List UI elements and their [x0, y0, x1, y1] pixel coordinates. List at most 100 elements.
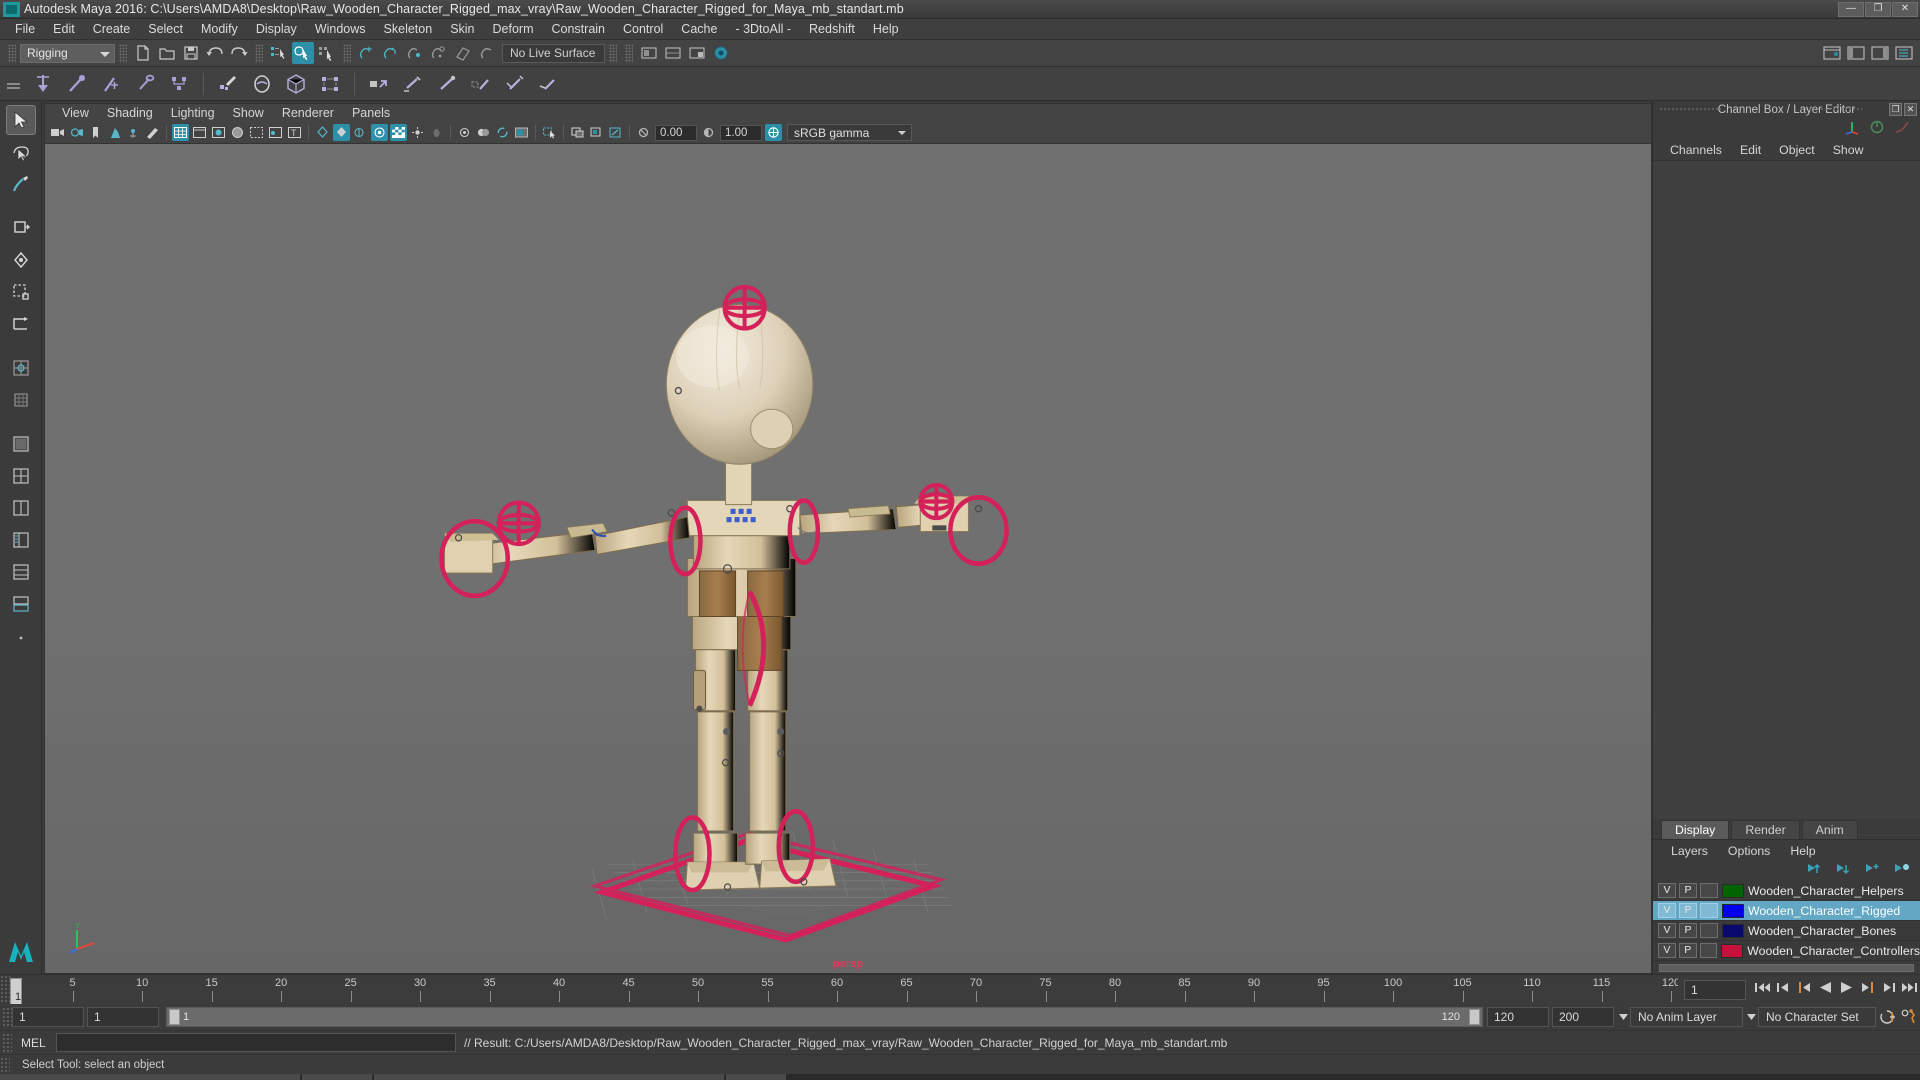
menu-constrain[interactable]: Constrain	[543, 19, 615, 40]
gamma-field[interactable]: 1.00	[720, 124, 762, 141]
animation-end-time-field[interactable]: 200	[1552, 1007, 1614, 1027]
close-panel-button[interactable]: ✕	[1904, 103, 1917, 116]
layer-visibility-toggle[interactable]: V	[1658, 943, 1676, 958]
select-camera-icon[interactable]	[49, 124, 66, 141]
layer-menu-help[interactable]: Help	[1780, 844, 1825, 858]
menu-modify[interactable]: Modify	[192, 19, 247, 40]
save-scene-button[interactable]	[180, 42, 202, 64]
layer-row-helpers[interactable]: V P Wooden_Character_Helpers	[1653, 881, 1920, 901]
layer-playback-toggle[interactable]: P	[1679, 903, 1697, 918]
scale-tool-button[interactable]	[6, 277, 36, 307]
dock-grip-left[interactable]	[1659, 107, 1721, 112]
tab-render[interactable]: Render	[1731, 820, 1800, 839]
universal-manipulator-button[interactable]	[6, 309, 36, 339]
menu-create[interactable]: Create	[84, 19, 140, 40]
statusline-grip-5[interactable]	[609, 43, 617, 63]
undock-panel-button[interactable]: ❐	[1889, 103, 1902, 116]
snap-to-view-planes-button[interactable]	[452, 42, 474, 64]
pole-vector-constraint-button[interactable]	[532, 68, 566, 100]
time-slider-grip[interactable]	[0, 975, 10, 1004]
panel-menu-renderer[interactable]: Renderer	[273, 106, 343, 120]
menu-cache[interactable]: Cache	[672, 19, 726, 40]
ipr-render-button[interactable]	[662, 42, 684, 64]
open-scene-button[interactable]	[156, 42, 178, 64]
layer-color-swatch[interactable]	[1722, 883, 1744, 898]
statusline-grip-4[interactable]	[343, 43, 351, 63]
layer-displaytype-toggle[interactable]	[1700, 903, 1718, 918]
isolate-select-icon[interactable]	[475, 124, 492, 141]
hypershade-layout-button[interactable]	[6, 557, 36, 587]
live-surface-field[interactable]: No Live Surface	[502, 43, 605, 63]
select-by-hierarchy-button[interactable]	[268, 42, 290, 64]
select-tool-button[interactable]	[5, 105, 36, 135]
layer-list-scrollbar[interactable]	[1653, 961, 1920, 974]
menu-select[interactable]: Select	[139, 19, 192, 40]
persp-graph-layout-button[interactable]	[6, 589, 36, 619]
auto-keyframe-toggle-icon[interactable]	[1878, 1005, 1899, 1029]
outliner-toggle[interactable]	[1893, 42, 1915, 64]
statusline-grip-3[interactable]	[255, 43, 263, 63]
use-all-lights-icon[interactable]	[314, 124, 331, 141]
layer-displaytype-toggle[interactable]	[1700, 923, 1718, 938]
parent-constraint-button[interactable]	[362, 68, 396, 100]
cb-menu-edit[interactable]: Edit	[1731, 143, 1770, 157]
wireframe-shading-icon[interactable]	[172, 124, 189, 141]
snap-settings-button[interactable]	[6, 385, 36, 415]
tool-settings-toggle[interactable]	[1845, 42, 1867, 64]
persp-view-layout-button[interactable]	[6, 429, 36, 459]
step-forward-frame-button[interactable]	[1878, 975, 1899, 999]
aim-constraint-button[interactable]	[498, 68, 532, 100]
layer-color-swatch[interactable]	[1722, 923, 1744, 938]
lattice-deformer-button[interactable]	[279, 68, 313, 100]
layer-row-rigged[interactable]: V P Wooden_Character_Rigged	[1653, 901, 1920, 921]
four-view-layout-button[interactable]	[6, 461, 36, 491]
new-scene-button[interactable]	[132, 42, 154, 64]
orient-constraint-button[interactable]	[430, 68, 464, 100]
speed-toggle-icon[interactable]	[1869, 119, 1885, 138]
gamma-reset-icon[interactable]	[700, 124, 717, 141]
gpu-cache-icon[interactable]	[494, 124, 511, 141]
layer-displaytype-toggle[interactable]	[1699, 943, 1718, 958]
menu-3dtoall[interactable]: - 3DtoAll -	[726, 19, 800, 40]
animation-start-time-field[interactable]: 1	[12, 1007, 84, 1027]
attribute-editor-toggle[interactable]	[1821, 42, 1843, 64]
camera-attributes-icon[interactable]	[68, 124, 85, 141]
move-layer-up-icon[interactable]	[1807, 863, 1824, 880]
menu-help[interactable]: Help	[864, 19, 908, 40]
range-start-time-field[interactable]: 1	[87, 1007, 159, 1027]
current-frame-field[interactable]: 1	[1684, 979, 1746, 1000]
command-input-field[interactable]	[56, 1033, 456, 1052]
help-line-grip[interactable]	[0, 1056, 10, 1073]
menu-deform[interactable]: Deform	[484, 19, 543, 40]
dock-grip-right[interactable]	[1800, 107, 1862, 112]
play-forwards-button[interactable]	[1836, 975, 1857, 999]
xray-joints-icon[interactable]	[267, 124, 284, 141]
panel-menu-panels[interactable]: Panels	[343, 106, 399, 120]
close-button[interactable]: ✕	[1892, 1, 1918, 17]
menu-file[interactable]: File	[6, 19, 44, 40]
undo-button[interactable]	[204, 42, 226, 64]
range-bar[interactable]: 1 120	[166, 1007, 1483, 1027]
anim-layer-selector[interactable]: No Anim Layer	[1630, 1007, 1743, 1027]
smooth-shade-all-icon[interactable]	[191, 124, 208, 141]
scale-constraint-button[interactable]	[464, 68, 498, 100]
more-layouts-button[interactable]	[6, 621, 36, 651]
cluster-deformer-button[interactable]	[313, 68, 347, 100]
go-to-end-button[interactable]	[1899, 975, 1920, 999]
layer-row-controllers[interactable]: V P Wooden_Character_Controllers	[1653, 941, 1920, 961]
use-default-lighting-icon[interactable]	[333, 124, 350, 141]
multisample-aa-icon[interactable]	[428, 124, 445, 141]
statusline-grip-2[interactable]	[119, 43, 127, 63]
statusline-grip-6[interactable]	[625, 43, 633, 63]
new-layer-icon[interactable]	[1865, 863, 1882, 880]
step-back-key-button[interactable]	[1794, 975, 1815, 999]
shadows-icon[interactable]	[371, 124, 388, 141]
paint-select-tool-button[interactable]	[6, 169, 36, 199]
smooth-bind-button[interactable]	[245, 68, 279, 100]
redo-button[interactable]	[228, 42, 250, 64]
move-tool-button[interactable]	[6, 213, 36, 243]
command-line-grip[interactable]	[2, 1032, 12, 1053]
outliner-persp-layout-button[interactable]	[6, 525, 36, 555]
exposure-toggle-icon[interactable]	[569, 124, 586, 141]
color-management-enabled-icon[interactable]	[765, 124, 782, 141]
